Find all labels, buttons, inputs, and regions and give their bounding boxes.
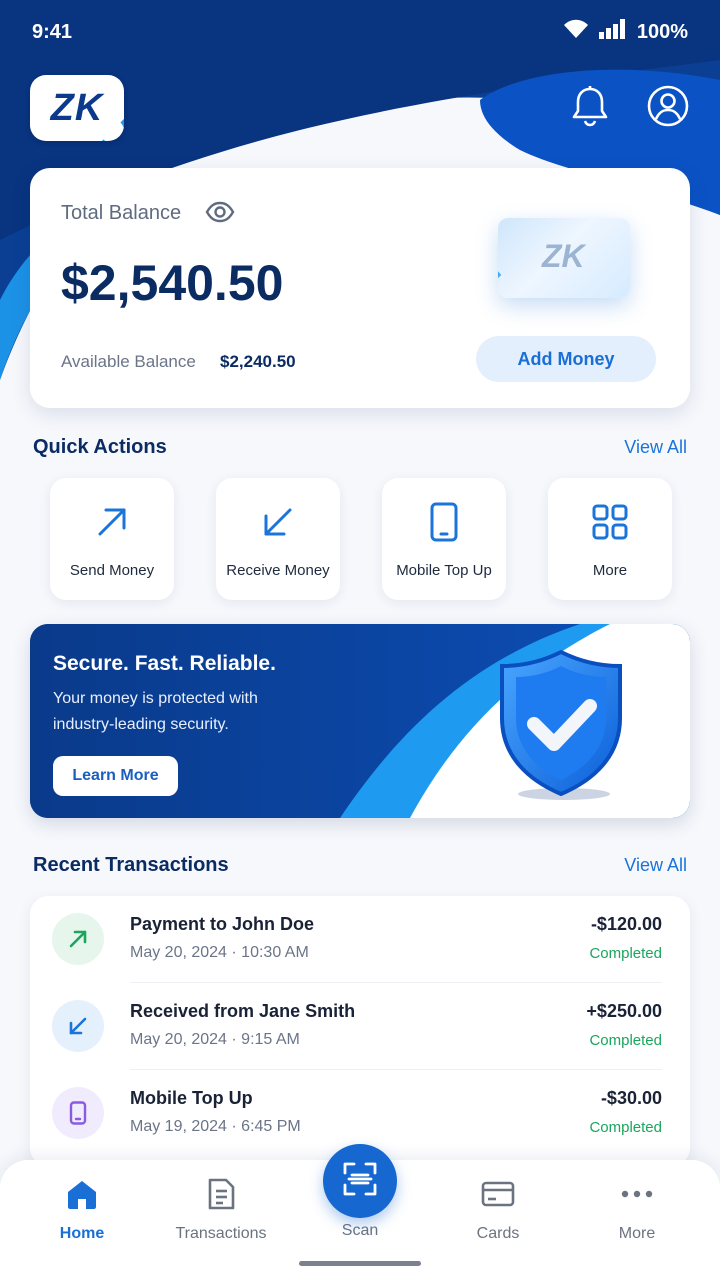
user-icon — [647, 85, 689, 132]
grid-icon — [592, 502, 628, 542]
promo-subtitle: Your money is protected with industry-le… — [53, 690, 258, 733]
nav-label: Home — [59, 1225, 105, 1242]
bell-icon — [571, 85, 609, 132]
security-promo-banner: Secure. Fast. Reliable. Your money is pr… — [30, 624, 690, 818]
eye-icon[interactable] — [205, 200, 235, 229]
scan-icon — [343, 1162, 377, 1201]
nav-label: More — [618, 1225, 656, 1242]
status-time: 9:41 — [32, 20, 73, 43]
card-illustration: ZK — [498, 218, 630, 298]
arrow-up-right-icon — [95, 502, 129, 542]
status-bar: 9:41 100% — [0, 0, 720, 64]
transaction-status: Completed — [589, 945, 662, 962]
quick-actions-list: Send Money Receive Money Mobile Top Up M… — [50, 478, 672, 600]
phone-icon — [52, 1087, 104, 1139]
transaction-amount: -$120.00 — [590, 914, 662, 934]
quick-action-label: Receive Money — [226, 562, 330, 579]
transaction-title: Mobile Top Up — [130, 1088, 253, 1108]
card-logo-text: ZK — [542, 238, 585, 274]
scan-button[interactable] — [323, 1144, 397, 1218]
available-balance-value: $2,240.50 — [220, 352, 296, 371]
quick-action-send-money[interactable]: Send Money — [50, 478, 174, 600]
nav-more[interactable]: More — [582, 1178, 692, 1243]
recent-transactions-header: Recent Transactions View All — [33, 854, 687, 877]
quick-action-label: More — [592, 562, 628, 579]
transactions-view-all[interactable]: View All — [624, 855, 687, 876]
signal-icon — [598, 19, 627, 45]
arrow-up-right-icon — [52, 913, 104, 965]
transaction-row[interactable]: Received from Jane Smith May 20, 2024 · … — [30, 983, 690, 1069]
notifications-button[interactable] — [570, 85, 610, 128]
balance-card: Total Balance $2,540.50 Available Balanc… — [30, 168, 690, 408]
wifi-icon — [563, 19, 589, 45]
home-icon — [66, 1178, 98, 1215]
quick-action-more[interactable]: More — [548, 478, 672, 600]
transaction-row[interactable]: Payment to John Doe May 20, 2024 · 10:30… — [30, 896, 690, 982]
nav-home[interactable]: Home — [27, 1178, 137, 1243]
document-icon — [206, 1178, 236, 1215]
quick-actions-view-all[interactable]: View All — [624, 437, 687, 458]
learn-more-button[interactable]: Learn More — [53, 756, 178, 796]
header-actions — [570, 85, 690, 128]
more-dots-icon — [620, 1178, 654, 1215]
home-indicator — [299, 1261, 421, 1266]
quick-action-receive-money[interactable]: Receive Money — [216, 478, 340, 600]
app-logo: ZK — [30, 75, 124, 141]
nav-label: Transactions — [175, 1225, 267, 1242]
transaction-amount: -$30.00 — [600, 1088, 662, 1108]
transaction-status: Completed — [589, 1032, 662, 1049]
arrow-down-left-icon — [52, 1000, 104, 1052]
battery-level: 100% — [636, 20, 688, 43]
transaction-status: Completed — [589, 1119, 662, 1136]
logo-text: ZK — [50, 86, 104, 129]
total-balance-label: Total Balance — [61, 202, 182, 224]
profile-button[interactable] — [647, 85, 689, 128]
add-money-button[interactable]: Add Money — [476, 336, 656, 382]
credit-card-icon — [481, 1178, 515, 1215]
transaction-date: May 20, 2024 · 9:15 AM — [130, 1031, 300, 1048]
phone-icon — [429, 502, 459, 542]
transaction-title: Payment to John Doe — [130, 914, 315, 934]
quick-actions-title: Quick Actions — [33, 436, 167, 458]
transactions-list: Payment to John Doe May 20, 2024 · 10:30… — [30, 896, 690, 1166]
available-balance-label: Available Balance — [61, 352, 196, 371]
quick-action-label: Send Money — [69, 562, 155, 579]
status-icons: 100% — [563, 19, 688, 45]
promo-title: Secure. Fast. Reliable. — [53, 652, 276, 675]
nav-scan-label[interactable]: Scan — [310, 1222, 410, 1240]
transaction-date: May 20, 2024 · 10:30 AM — [130, 944, 309, 961]
arrow-down-left-icon — [261, 502, 295, 542]
quick-actions-header: Quick Actions View All — [33, 436, 687, 459]
total-balance-amount: $2,540.50 — [61, 255, 284, 311]
top-bar: ZK — [30, 74, 690, 142]
quick-action-mobile-top-up[interactable]: Mobile Top Up — [382, 478, 506, 600]
nav-label: Cards — [476, 1225, 520, 1242]
transaction-title: Received from Jane Smith — [130, 1001, 356, 1021]
shield-check-icon — [496, 648, 626, 807]
nav-cards[interactable]: Cards — [443, 1178, 553, 1243]
recent-transactions-title: Recent Transactions — [33, 854, 229, 876]
transaction-date: May 19, 2024 · 6:45 PM — [130, 1118, 301, 1135]
nav-transactions[interactable]: Transactions — [166, 1178, 276, 1243]
transaction-amount: +$250.00 — [586, 1001, 662, 1021]
quick-action-label: Mobile Top Up — [396, 562, 492, 579]
